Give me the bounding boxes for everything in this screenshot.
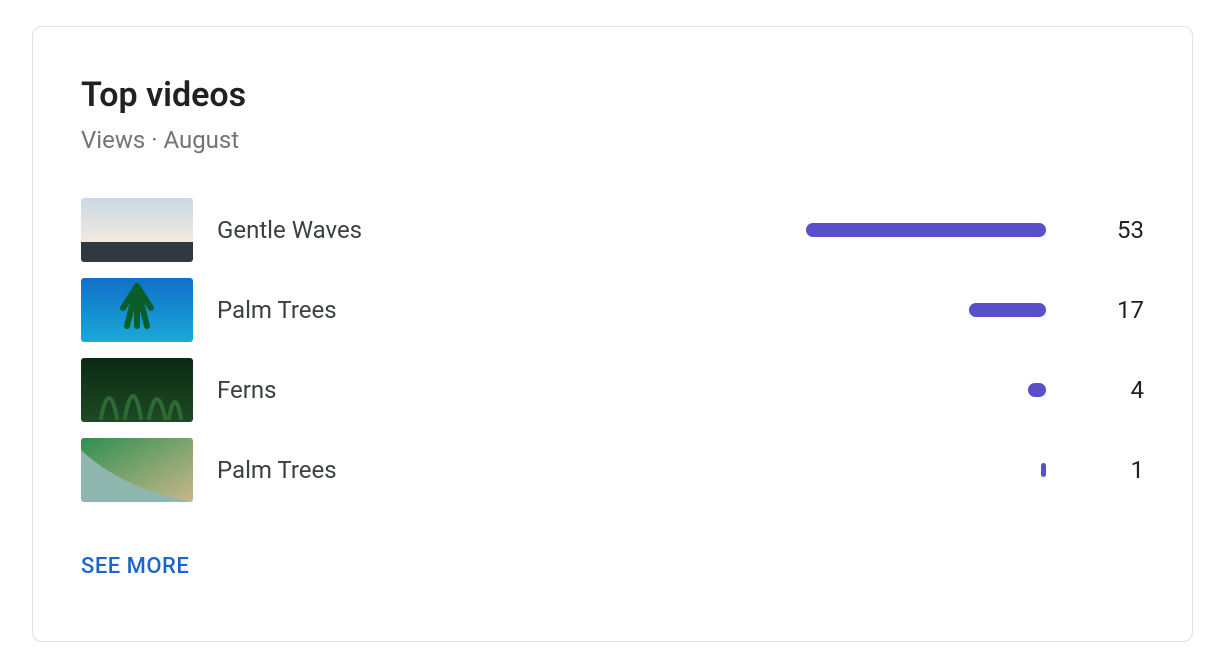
video-title: Gentle Waves [217,216,637,244]
video-thumbnail [81,198,193,262]
video-row[interactable]: Gentle Waves 53 [81,198,1144,262]
video-rows: Gentle Waves 53 Palm Trees 17 [81,198,1144,502]
bar-track [645,383,1046,397]
video-row[interactable]: Ferns 4 [81,358,1144,422]
bar-track [645,223,1046,237]
card-subtitle: Views · August [81,126,1144,154]
bar-track [645,303,1046,317]
video-row[interactable]: Palm Trees 17 [81,278,1144,342]
video-views: 53 [1054,216,1144,244]
video-thumbnail [81,278,193,342]
bar-fill [806,223,1046,237]
video-views: 1 [1054,456,1144,484]
video-views: 4 [1054,376,1144,404]
video-title: Palm Trees [217,456,637,484]
video-title: Ferns [217,376,637,404]
see-more-link[interactable]: SEE MORE [81,554,189,579]
video-thumbnail [81,438,193,502]
video-title: Palm Trees [217,296,637,324]
video-row[interactable]: Palm Trees 1 [81,438,1144,502]
bar-fill [1041,463,1046,477]
card-title: Top videos [81,75,1144,116]
video-views: 17 [1054,296,1144,324]
bar-fill [969,303,1046,317]
bar-track [645,463,1046,477]
top-videos-card: Top videos Views · August Gentle Waves 5… [32,26,1193,642]
bar-fill [1028,383,1046,397]
video-thumbnail [81,358,193,422]
